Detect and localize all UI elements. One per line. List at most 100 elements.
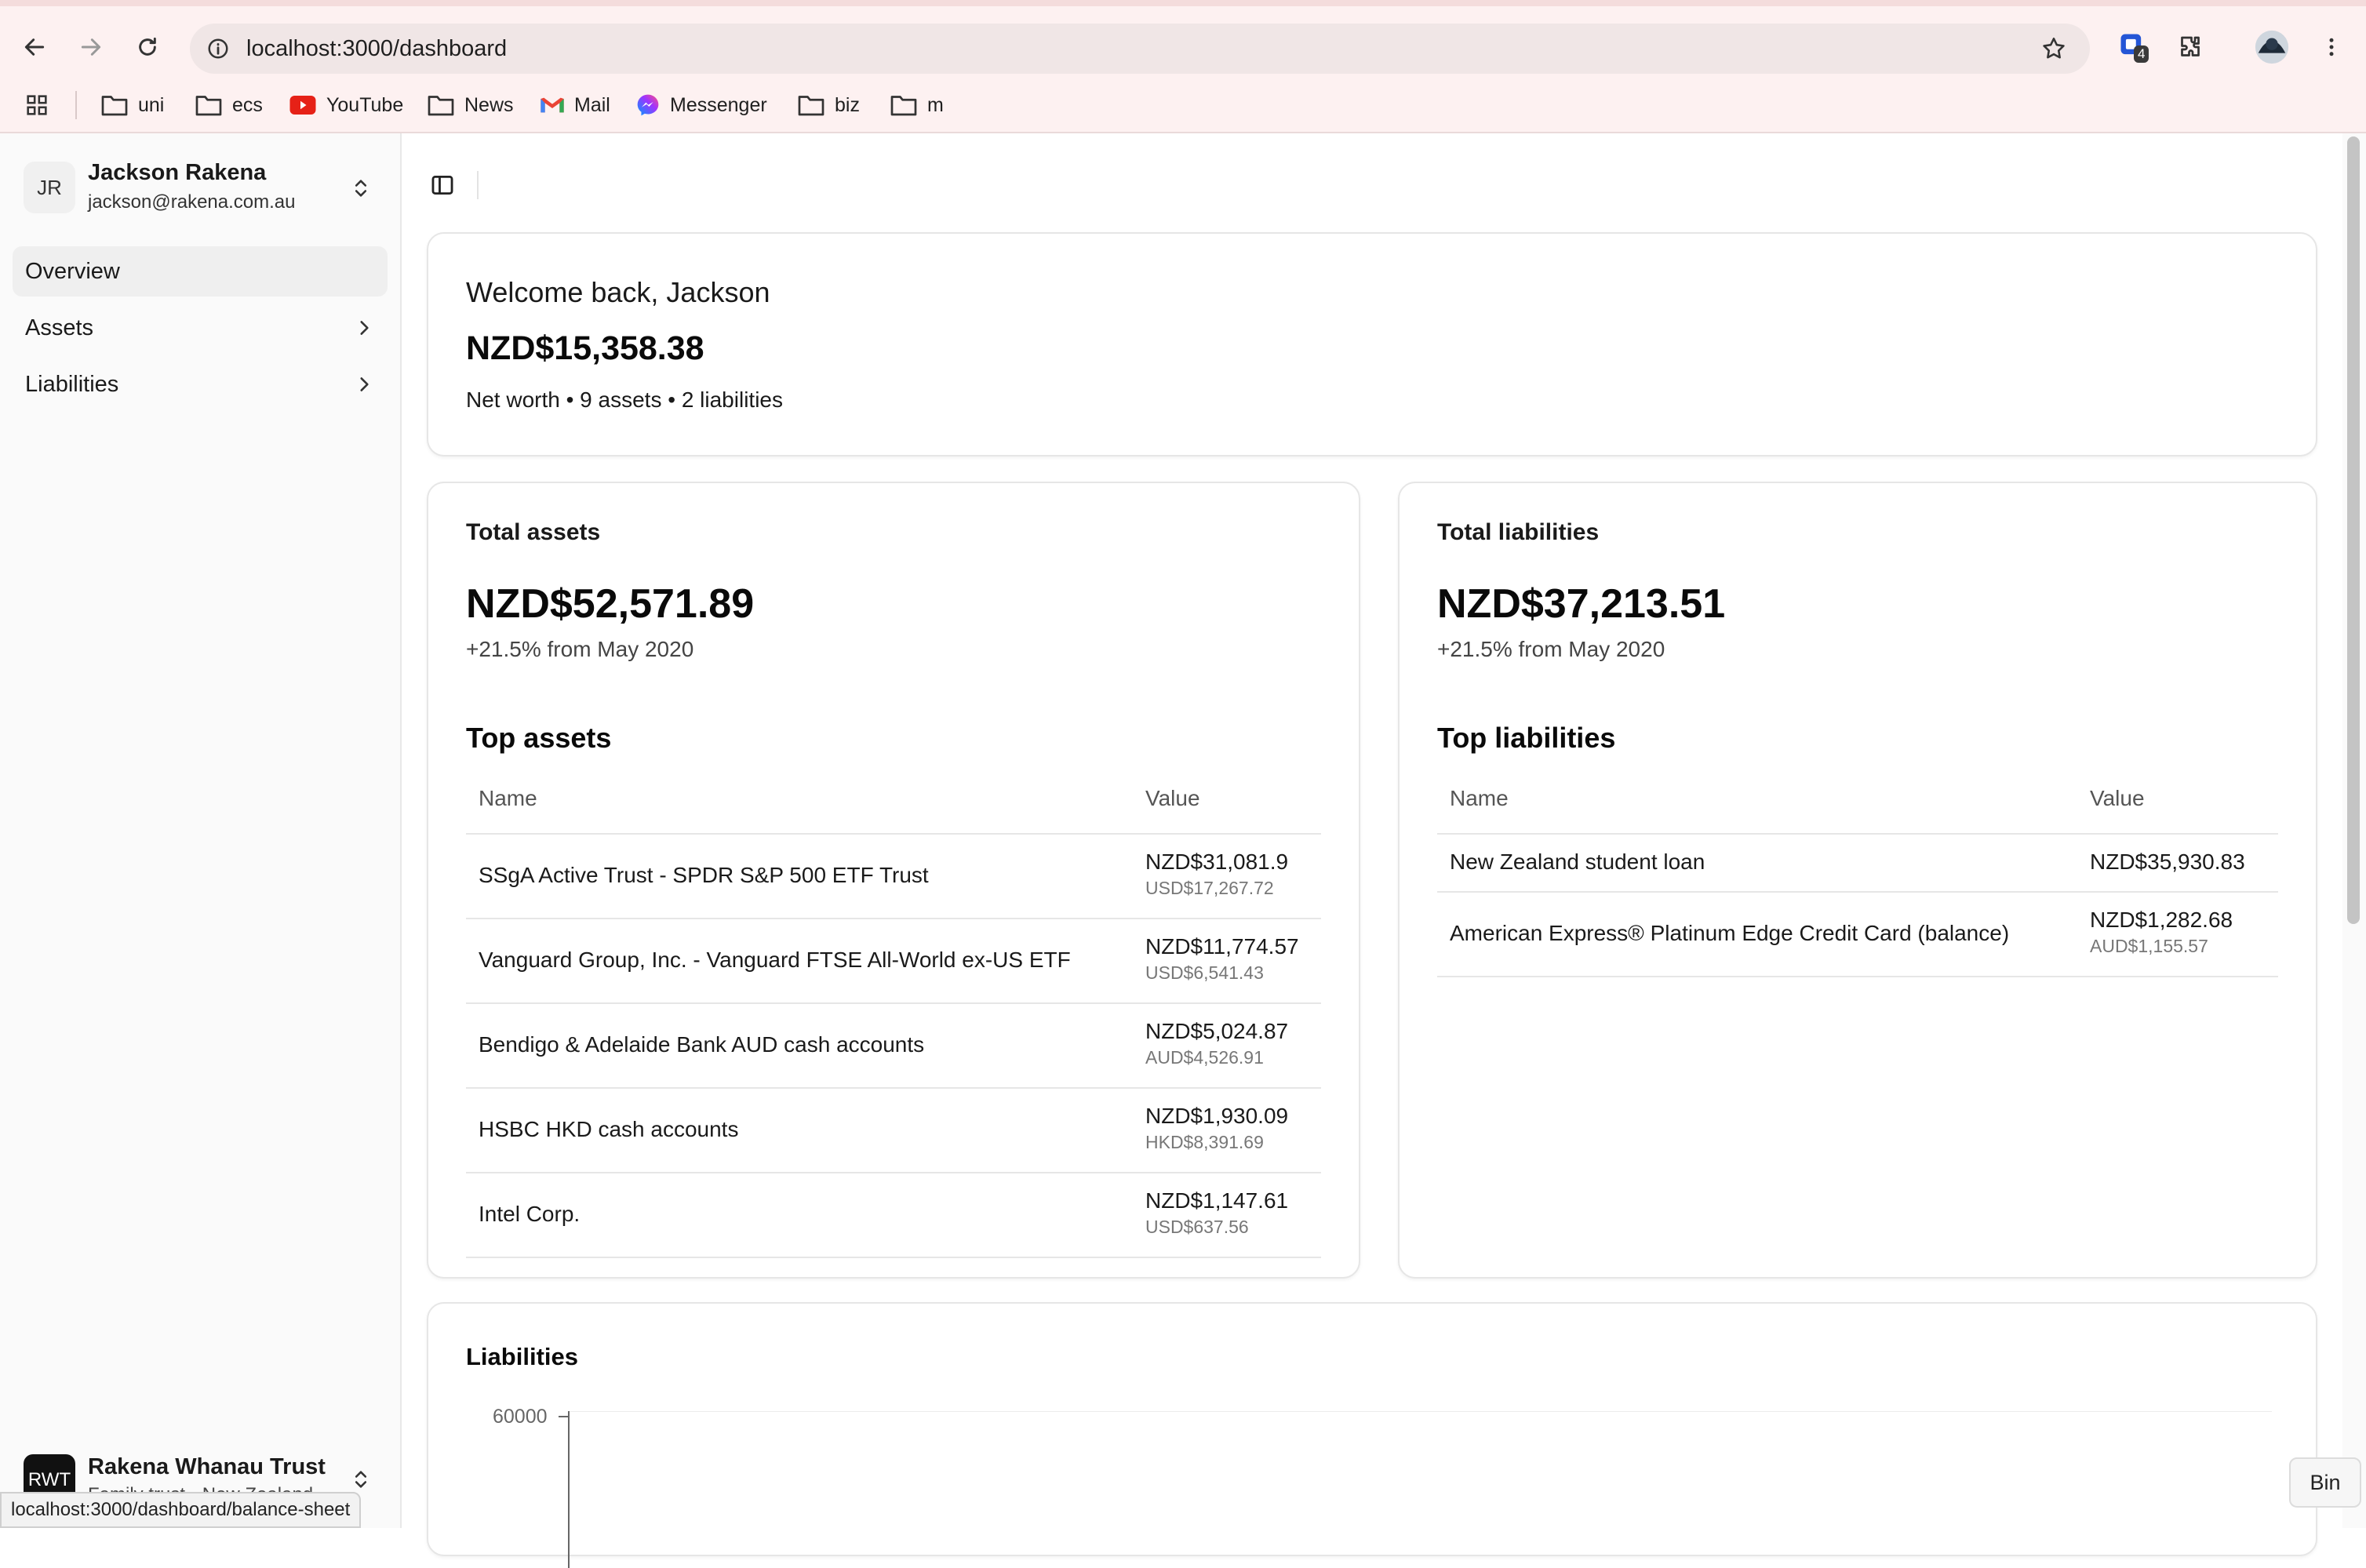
apps-button[interactable] — [24, 88, 50, 122]
row-value: NZD$1,282.68 — [2090, 908, 2233, 932]
assets-change: +21.5% from May 2020 — [466, 637, 694, 661]
org-name: Rakena Whanau Trust — [88, 1454, 326, 1479]
table-row[interactable]: American Express® Platinum Edge Credit C… — [1437, 893, 2278, 977]
chevron-right-icon — [350, 370, 378, 398]
row-value: NZD$1,147.61 — [1145, 1188, 1289, 1213]
total-assets-title: Total assets — [466, 519, 601, 545]
bookmarks-bar: uni ecs YouTube News Mail Messenger biz … — [0, 78, 2366, 133]
chevrons-up-down-icon — [345, 171, 377, 206]
extension-badge: 4 — [2134, 45, 2149, 63]
bookmark-news[interactable]: News — [427, 88, 514, 122]
row-name: HSBC HKD cash accounts — [479, 1117, 739, 1141]
account-switcher[interactable]: JR Jackson Rakena jackson@rakena.com.au — [24, 157, 377, 220]
profile-avatar[interactable] — [2251, 27, 2292, 67]
liabilities-change: +21.5% from May 2020 — [1437, 637, 1665, 661]
folder-icon — [195, 96, 222, 116]
bookmark-star-icon[interactable] — [2038, 33, 2069, 64]
column-header-name: Name — [479, 786, 537, 810]
row-name: New Zealand student loan — [1450, 849, 1705, 874]
welcome-message: Welcome back, Jackson — [466, 276, 770, 308]
column-header-name: Name — [1450, 786, 1509, 810]
bookmarks-divider — [75, 91, 77, 119]
profile-picture-icon — [2255, 30, 2289, 64]
bookmark-uni[interactable]: uni — [100, 88, 164, 122]
folder-icon — [890, 96, 917, 116]
total-liabilities-title: Total liabilities — [1437, 519, 1600, 545]
row-original-currency-value: AUD$1,155.57 — [2090, 936, 2208, 956]
bookmark-biz[interactable]: biz — [797, 88, 860, 122]
user-email: jackson@rakena.com.au — [88, 191, 296, 213]
row-name: Intel Corp. — [479, 1202, 581, 1226]
net-worth-card: Welcome back, Jackson NZD$15,358.38 Net … — [427, 232, 2317, 457]
user-avatar: JR — [24, 162, 75, 213]
sidebar-toggle-button[interactable] — [424, 166, 461, 204]
row-original-currency-value: HKD$8,391.69 — [1145, 1132, 1264, 1152]
row-original-currency-value: USD$637.56 — [1145, 1217, 1249, 1237]
table-row[interactable]: Bendigo & Adelaide Bank AUD cash account… — [466, 1004, 1321, 1089]
table-row[interactable]: SSgA Active Trust - SPDR S&P 500 ETF Tru… — [466, 835, 1321, 919]
liabilities-chart-title: Liabilities — [466, 1343, 578, 1370]
folder-icon — [101, 96, 128, 116]
sidebar-item-label: Liabilities — [25, 371, 119, 397]
table-header: Name Value — [466, 766, 1321, 835]
gmail-icon — [541, 97, 564, 113]
sidebar-item-label: Assets — [25, 315, 94, 340]
bookmark-ecs[interactable]: ecs — [195, 88, 263, 122]
row-value: NZD$1,930.09 — [1145, 1104, 1289, 1128]
sidebar-item-overview[interactable]: Overview — [13, 246, 388, 297]
liabilities-chart-card: Liabilities 60000 — [427, 1302, 2317, 1568]
folder-icon — [798, 96, 824, 116]
row-value: NZD$5,024.87 — [1145, 1019, 1289, 1043]
table-header: Name Value — [1437, 766, 2278, 835]
top-liabilities-table: Name Value New Zealand student loan NZD$3… — [1437, 766, 2278, 977]
row-name: Vanguard Group, Inc. - Vanguard FTSE All… — [479, 948, 1071, 972]
y-axis-tick — [559, 1416, 568, 1417]
sidebar-item-liabilities[interactable]: Liabilities — [13, 359, 388, 409]
net-worth-amount: NZD$15,358.38 — [466, 329, 704, 367]
reload-button[interactable] — [124, 24, 171, 71]
bookmark-youtube[interactable]: YouTube — [289, 88, 403, 122]
apps-grid-icon — [27, 95, 47, 115]
extension-button[interactable]: 4 — [2113, 27, 2154, 67]
top-assets-table: Name Value SSgA Active Trust - SPDR S&P … — [466, 766, 1321, 1258]
chevron-right-icon — [350, 314, 378, 342]
address-bar[interactable]: localhost:3000/dashboard — [190, 24, 2090, 74]
top-assets-heading: Top assets — [466, 722, 612, 754]
y-axis-line — [568, 1411, 570, 1568]
browser-menu-button[interactable] — [2311, 27, 2352, 67]
column-header-value: Value — [1145, 786, 1200, 810]
row-original-currency-value: USD$17,267.72 — [1145, 878, 1274, 898]
y-axis-tick-label: 60000 — [493, 1406, 548, 1428]
sidebar-item-label: Overview — [25, 258, 120, 284]
arrow-right-icon — [81, 38, 101, 56]
kebab-menu-icon — [2329, 38, 2334, 56]
bookmark-m[interactable]: m — [890, 88, 944, 122]
total-liabilities-amount: NZD$37,213.51 — [1437, 581, 1726, 627]
table-row[interactable]: Vanguard Group, Inc. - Vanguard FTSE All… — [466, 919, 1321, 1004]
forward-button[interactable] — [67, 24, 115, 71]
panel-left-icon — [431, 175, 453, 195]
table-row[interactable]: Intel Corp. NZD$1,147.61 USD$637.56 — [466, 1173, 1321, 1258]
scrollbar-thumb[interactable] — [2347, 136, 2360, 924]
top-liabilities-heading: Top liabilities — [1437, 722, 1616, 754]
bookmark-messenger[interactable]: Messenger — [635, 88, 767, 122]
sidebar: JR Jackson Rakena jackson@rakena.com.au … — [0, 133, 402, 1528]
reload-icon — [139, 37, 156, 56]
row-value: NZD$35,930.83 — [2090, 849, 2245, 874]
puzzle-icon — [2181, 36, 2200, 56]
total-assets-card: Total assets NZD$52,571.89 +21.5% from M… — [427, 482, 1360, 1279]
row-name: American Express® Platinum Edge Credit C… — [1450, 921, 2010, 945]
back-button[interactable] — [11, 24, 58, 71]
user-name: Jackson Rakena — [88, 160, 267, 185]
row-value: NZD$11,774.57 — [1145, 934, 1299, 959]
bookmark-mail[interactable]: Mail — [540, 88, 610, 122]
extensions-menu-button[interactable] — [2170, 27, 2211, 67]
sidebar-item-assets[interactable]: Assets — [13, 303, 388, 353]
table-row[interactable]: HSBC HKD cash accounts NZD$1,930.09 HKD$8,… — [466, 1089, 1321, 1173]
header-divider — [477, 171, 479, 199]
url-text[interactable]: localhost:3000/dashboard — [246, 35, 507, 63]
total-liabilities-card: Total liabilities NZD$37,213.51 +21.5% f… — [1398, 482, 2317, 1279]
bin-button[interactable]: Bin — [2289, 1457, 2361, 1508]
table-row[interactable]: New Zealand student loan NZD$35,930.83 — [1437, 835, 2278, 893]
site-info-icon[interactable] — [204, 35, 232, 63]
